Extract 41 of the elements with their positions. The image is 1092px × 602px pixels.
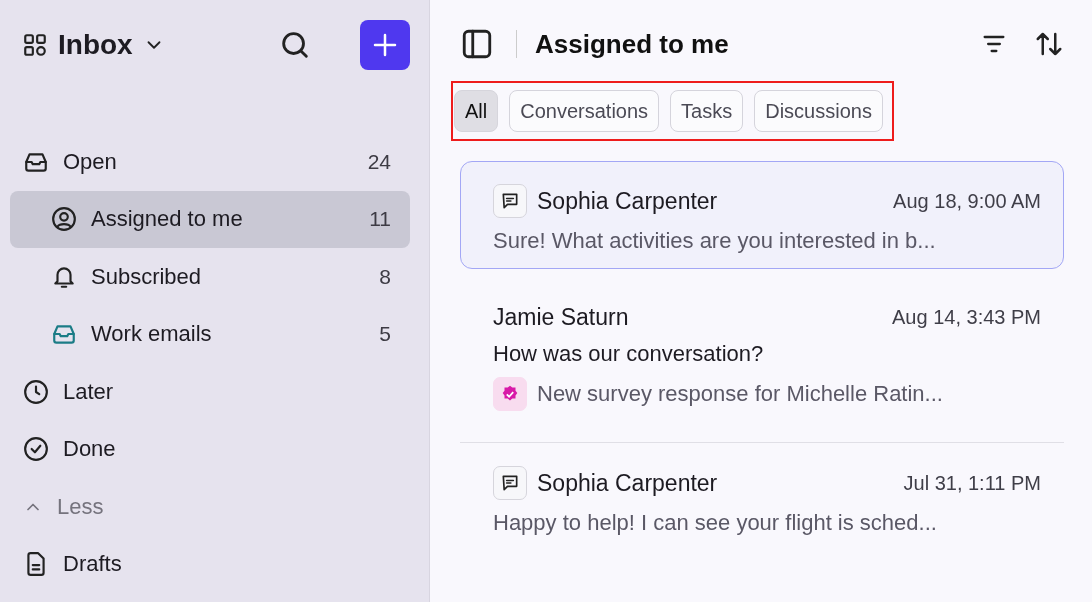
message-subject: How was our conversation?	[493, 341, 765, 367]
item-count: 11	[369, 207, 391, 232]
message-date: Aug 18, 9:00 AM	[893, 189, 1041, 213]
message-preview: Sure! What activities are you interested in b...	[493, 228, 936, 254]
filter-tab[interactable]: Tasks	[670, 90, 744, 132]
sidebar-item[interactable]: Later	[10, 363, 410, 421]
message-card[interactable]: Jamie Saturn Aug 14, 3:43 PM How was our conversation? New survey response for Michelle Ratin...	[460, 281, 1064, 426]
sidebar-item[interactable]: Drafts	[10, 535, 410, 593]
filter-tab[interactable]: All	[454, 90, 499, 132]
message-date: Aug 14, 3:43 PM	[892, 306, 1041, 329]
page-title: Assigned to me	[535, 28, 730, 60]
less-toggle[interactable]: Less	[10, 478, 410, 536]
clock-icon	[23, 378, 49, 405]
sidebar-panel-icon	[460, 27, 494, 61]
filter-tab[interactable]: Discussions	[754, 90, 883, 132]
sidebar-toggle-button[interactable]	[460, 27, 494, 61]
grid-icon	[22, 32, 48, 58]
sidebar-item[interactable]: Open 24	[10, 133, 410, 191]
new-button[interactable]	[360, 20, 410, 70]
sidebar-item[interactable]: Assigned to me 11	[10, 190, 410, 248]
sidebar-item[interactable]: Work emails 5	[10, 305, 410, 363]
chat-icon	[493, 184, 527, 218]
item-count: 8	[379, 264, 391, 289]
message-date: Jul 31, 1:11 PM	[903, 471, 1041, 495]
sender-name: Sophia Carpenter	[537, 469, 719, 497]
message-preview: New survey response for Michelle Ratin...	[537, 381, 943, 407]
user-circle-icon	[51, 206, 77, 233]
message-preview: Happy to help! I can see your flight is sched...	[493, 510, 937, 536]
item-count: 5	[379, 322, 391, 347]
sidebar-item[interactable]: Done	[10, 420, 410, 478]
sidebar-item[interactable]: Subscribed 8	[10, 248, 410, 306]
verified-badge-icon	[493, 377, 527, 411]
chat-icon	[493, 466, 527, 500]
check-circle-icon	[23, 436, 49, 463]
sender-name: Sophia Carpenter	[537, 187, 719, 215]
item-count: 24	[367, 149, 391, 174]
sender-name: Jamie Saturn	[493, 304, 630, 331]
message-card[interactable]: Sophia Carpenter Aug 18, 9:00 AM Sure! What activities are you interested in b...	[460, 161, 1064, 269]
message-card[interactable]: Sophia Carpenter Jul 31, 1:11 PM Happy to help! I can see your flight is sched...	[460, 443, 1064, 551]
inbox-title: Inbox	[58, 29, 133, 61]
filter-tab[interactable]: Conversations	[509, 90, 660, 132]
